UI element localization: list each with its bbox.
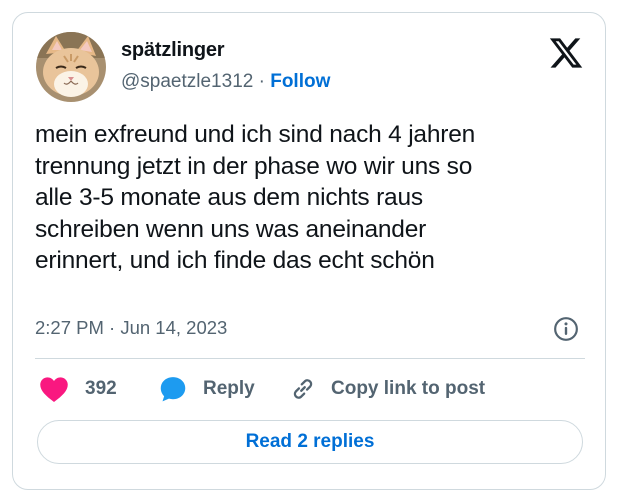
handle-separator: · <box>258 71 265 92</box>
cat-avatar-icon <box>36 32 106 102</box>
tweet-timestamp[interactable]: 2:27 PM · Jun 14, 2023 <box>35 317 227 339</box>
reply-bubble-icon <box>160 377 186 402</box>
author-handle[interactable]: @spaetzle1312 <box>121 71 253 92</box>
tweet-line: erinnert, und ich finde das echt schön <box>35 247 435 275</box>
copy-link-button[interactable]: Copy link to post <box>289 374 485 404</box>
divider <box>35 358 585 359</box>
tweet-text: mein exfreund und ich sind nach 4 jahren… <box>35 119 595 277</box>
tweet-line: schreiben wenn uns was aneinander <box>35 215 427 243</box>
like-count: 392 <box>85 378 117 399</box>
info-icon[interactable] <box>553 316 579 342</box>
follow-button[interactable]: Follow <box>270 71 330 92</box>
tweet-card: spätzlinger @spaetzle1312 · Follow mein … <box>12 12 606 490</box>
copy-link-label: Copy link to post <box>331 378 486 399</box>
like-button[interactable]: 392 <box>39 374 117 404</box>
author-avatar[interactable] <box>36 32 106 102</box>
tweet-line: trennung jetzt in der phase wo wir uns s… <box>35 152 473 180</box>
x-logo-icon[interactable] <box>548 35 584 71</box>
reply-button[interactable]: Reply <box>159 374 255 404</box>
author-handle-row: @spaetzle1312 · Follow <box>121 71 330 93</box>
read-replies-label: Read 2 replies <box>245 431 375 452</box>
tweet-line: mein exfreund und ich sind nach 4 jahren <box>35 121 476 148</box>
link-icon <box>293 379 313 399</box>
heart-icon <box>40 377 68 402</box>
tweet-line: alle 3-5 monate aus dem nichts raus <box>35 184 423 212</box>
reply-label: Reply <box>203 378 255 399</box>
read-replies-button[interactable]: Read 2 replies <box>37 420 583 464</box>
author-display-name[interactable]: spätzlinger <box>121 39 225 62</box>
